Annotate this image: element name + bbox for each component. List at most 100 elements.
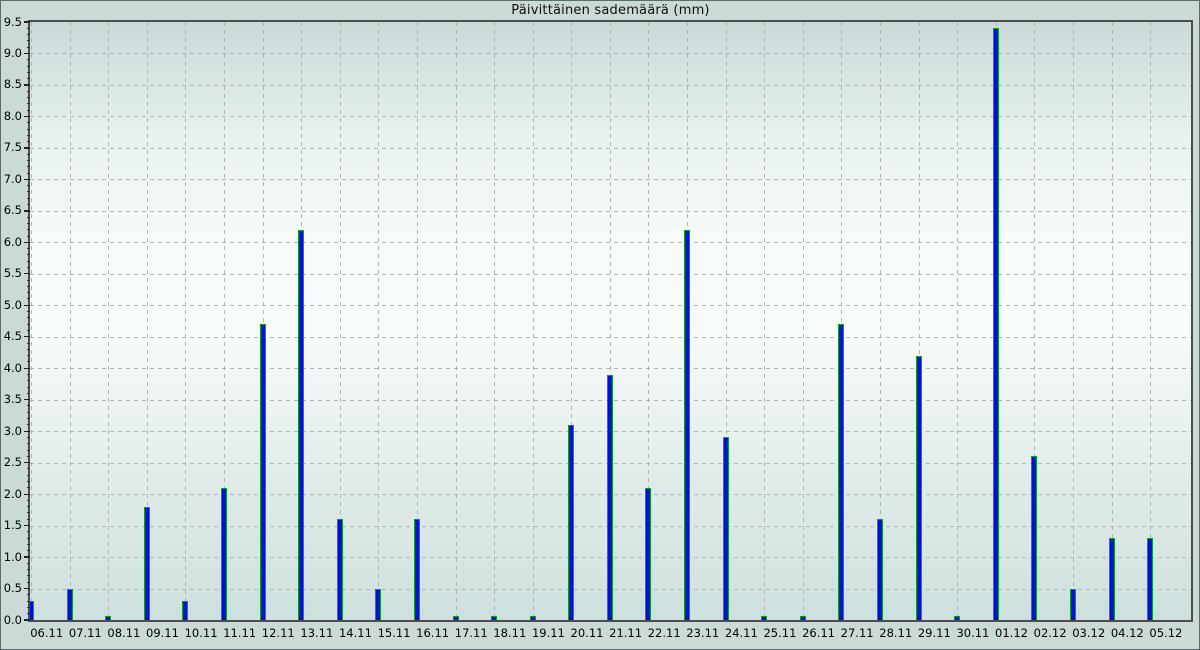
y-tick-minor (27, 330, 31, 331)
y-tick-minor (27, 418, 31, 419)
y-tick-major (24, 431, 30, 432)
y-tick-minor (27, 437, 31, 438)
bar-11.11 (221, 488, 227, 620)
bar-21.11 (607, 375, 613, 620)
y-tick-minor (27, 97, 31, 98)
y-tick-minor (27, 424, 31, 425)
x-tick-label: 05.12 (1140, 626, 1192, 640)
bar-04.12 (1109, 538, 1115, 620)
chart-title: Päivittäinen sademäärä (mm) (28, 3, 1193, 18)
y-tick-minor (27, 66, 31, 67)
bar-17.11 (453, 616, 459, 620)
y-tick-major (24, 84, 30, 85)
y-tick-minor (27, 450, 31, 451)
bar-14.11 (337, 519, 343, 620)
y-tick-minor (27, 204, 31, 205)
y-tick-minor (27, 531, 31, 532)
y-tick-minor (27, 47, 31, 48)
bar-01.12 (993, 28, 999, 620)
y-tick-major (24, 21, 30, 22)
bar-26.11 (800, 616, 806, 620)
y-tick-minor (27, 298, 31, 299)
gridline-v (1112, 22, 1113, 620)
y-tick-minor (27, 223, 31, 224)
y-tick-major (24, 116, 30, 117)
y-tick-minor (27, 236, 31, 237)
y-tick-minor (27, 141, 31, 142)
plot-area (28, 20, 1193, 622)
bar-10.11 (182, 601, 188, 620)
precipitation-chart: Päivittäinen sademäärä (mm) 0.00.51.01.5… (0, 0, 1200, 650)
gridline-v (494, 22, 495, 620)
bar-20.11 (568, 425, 574, 620)
y-tick-minor (27, 248, 31, 249)
y-tick-minor (27, 393, 31, 394)
bar-18.11 (491, 616, 497, 620)
y-tick-minor (27, 135, 31, 136)
bar-16.11 (414, 519, 420, 620)
y-tick-minor (27, 412, 31, 413)
y-tick-minor (27, 405, 31, 406)
bar-23.11 (684, 230, 690, 620)
y-tick-label: 0.0 (0, 613, 22, 628)
y-tick-major (24, 273, 30, 274)
bar-03.12 (1070, 589, 1076, 620)
gridline-v (70, 22, 71, 620)
bar-12.11 (260, 324, 266, 620)
y-tick-minor (27, 538, 31, 539)
y-tick-minor (27, 166, 31, 167)
y-tick-label: 7.0 (0, 172, 22, 187)
y-tick-label: 8.5 (0, 77, 22, 92)
gridline-v (378, 22, 379, 620)
y-tick-major (24, 305, 30, 306)
y-tick-minor (27, 361, 31, 362)
y-tick-minor (27, 544, 31, 545)
bar-02.12 (1031, 456, 1037, 620)
bar-06.11 (28, 601, 34, 620)
y-tick-minor (27, 311, 31, 312)
y-tick-minor (27, 380, 31, 381)
y-tick-minor (27, 563, 31, 564)
y-tick-label: 5.5 (0, 266, 22, 281)
y-tick-minor (27, 72, 31, 73)
y-tick-minor (27, 443, 31, 444)
y-tick-label: 6.0 (0, 235, 22, 250)
y-tick-minor (27, 487, 31, 488)
y-tick-label: 1.0 (0, 550, 22, 565)
y-tick-minor (27, 191, 31, 192)
y-tick-minor (27, 475, 31, 476)
y-tick-minor (27, 229, 31, 230)
y-tick-minor (27, 91, 31, 92)
y-tick-minor (27, 582, 31, 583)
bar-07.11 (67, 589, 73, 620)
y-tick-major (24, 368, 30, 369)
y-tick-minor (27, 519, 31, 520)
bar-25.11 (761, 616, 767, 620)
y-tick-minor (27, 601, 31, 602)
y-tick-major (24, 462, 30, 463)
y-tick-minor (27, 103, 31, 104)
gridline-v (803, 22, 804, 620)
y-tick-minor (27, 254, 31, 255)
y-tick-major (24, 494, 30, 495)
y-tick-minor (27, 160, 31, 161)
y-tick-label: 6.5 (0, 203, 22, 218)
gridline-v (533, 22, 534, 620)
y-tick-minor (27, 28, 31, 29)
y-tick-minor (27, 500, 31, 501)
gridline-v (1073, 22, 1074, 620)
y-tick-minor (27, 607, 31, 608)
y-tick-label: 9.0 (0, 46, 22, 61)
gridline-v (31, 22, 32, 620)
y-tick-minor (27, 122, 31, 123)
bar-13.11 (298, 230, 304, 620)
y-tick-minor (27, 198, 31, 199)
y-tick-minor (27, 280, 31, 281)
y-tick-label: 2.0 (0, 487, 22, 502)
y-tick-label: 4.5 (0, 329, 22, 344)
y-tick-major (24, 179, 30, 180)
y-tick-minor (27, 506, 31, 507)
y-tick-major (24, 588, 30, 589)
gridline-v (957, 22, 958, 620)
y-tick-label: 9.5 (0, 15, 22, 30)
